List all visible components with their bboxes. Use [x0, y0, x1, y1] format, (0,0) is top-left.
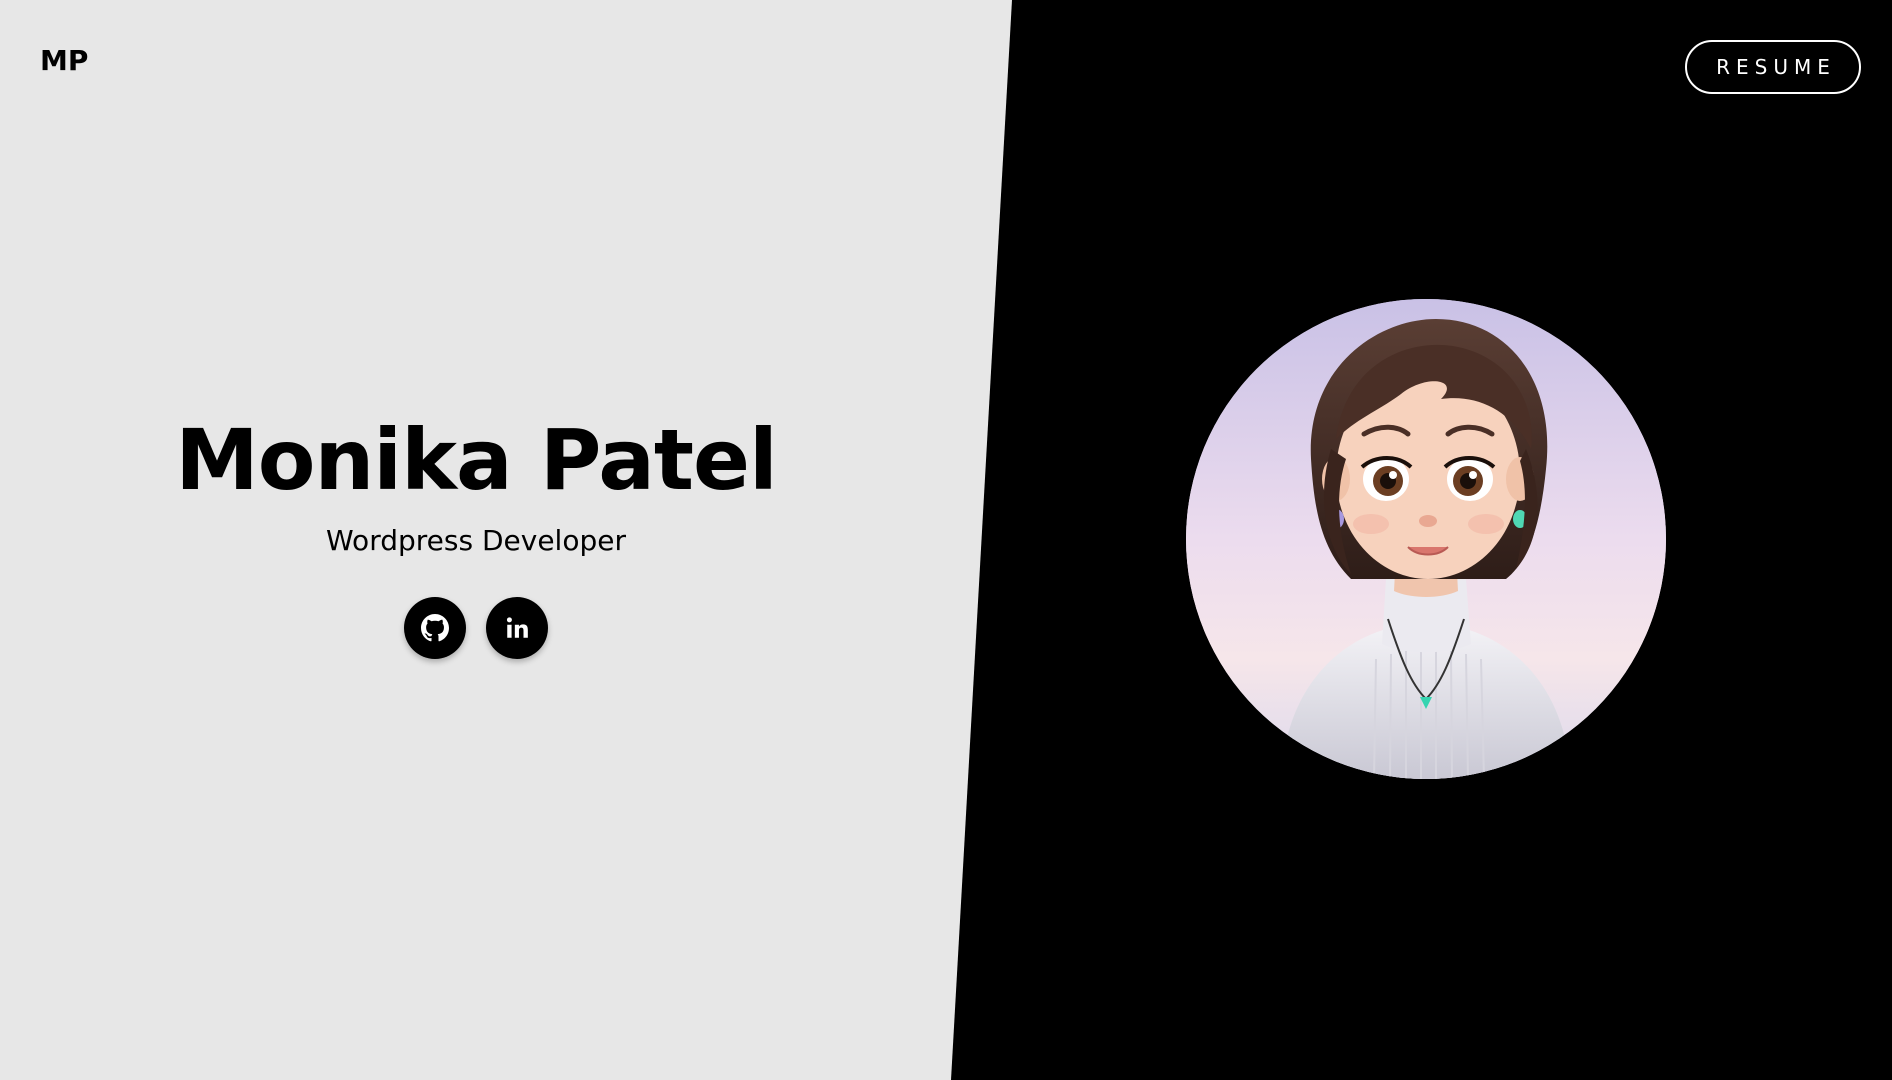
profile-avatar-illustration [1186, 299, 1666, 779]
resume-button[interactable]: RESUME [1685, 40, 1861, 94]
hero-role: Wordpress Developer [326, 524, 626, 557]
linkedin-icon [504, 615, 530, 641]
github-icon [421, 614, 449, 642]
github-button[interactable] [404, 597, 466, 659]
hero-name: Monika Patel [175, 411, 778, 509]
hero-section: Monika Patel Wordpress Developer [0, 405, 952, 659]
social-links [404, 597, 548, 659]
page: MP RESUME Monika Patel Wordpress Develop… [0, 0, 1892, 1080]
profile-avatar [1186, 299, 1666, 779]
logo[interactable]: MP [40, 44, 88, 77]
linkedin-button[interactable] [486, 597, 548, 659]
